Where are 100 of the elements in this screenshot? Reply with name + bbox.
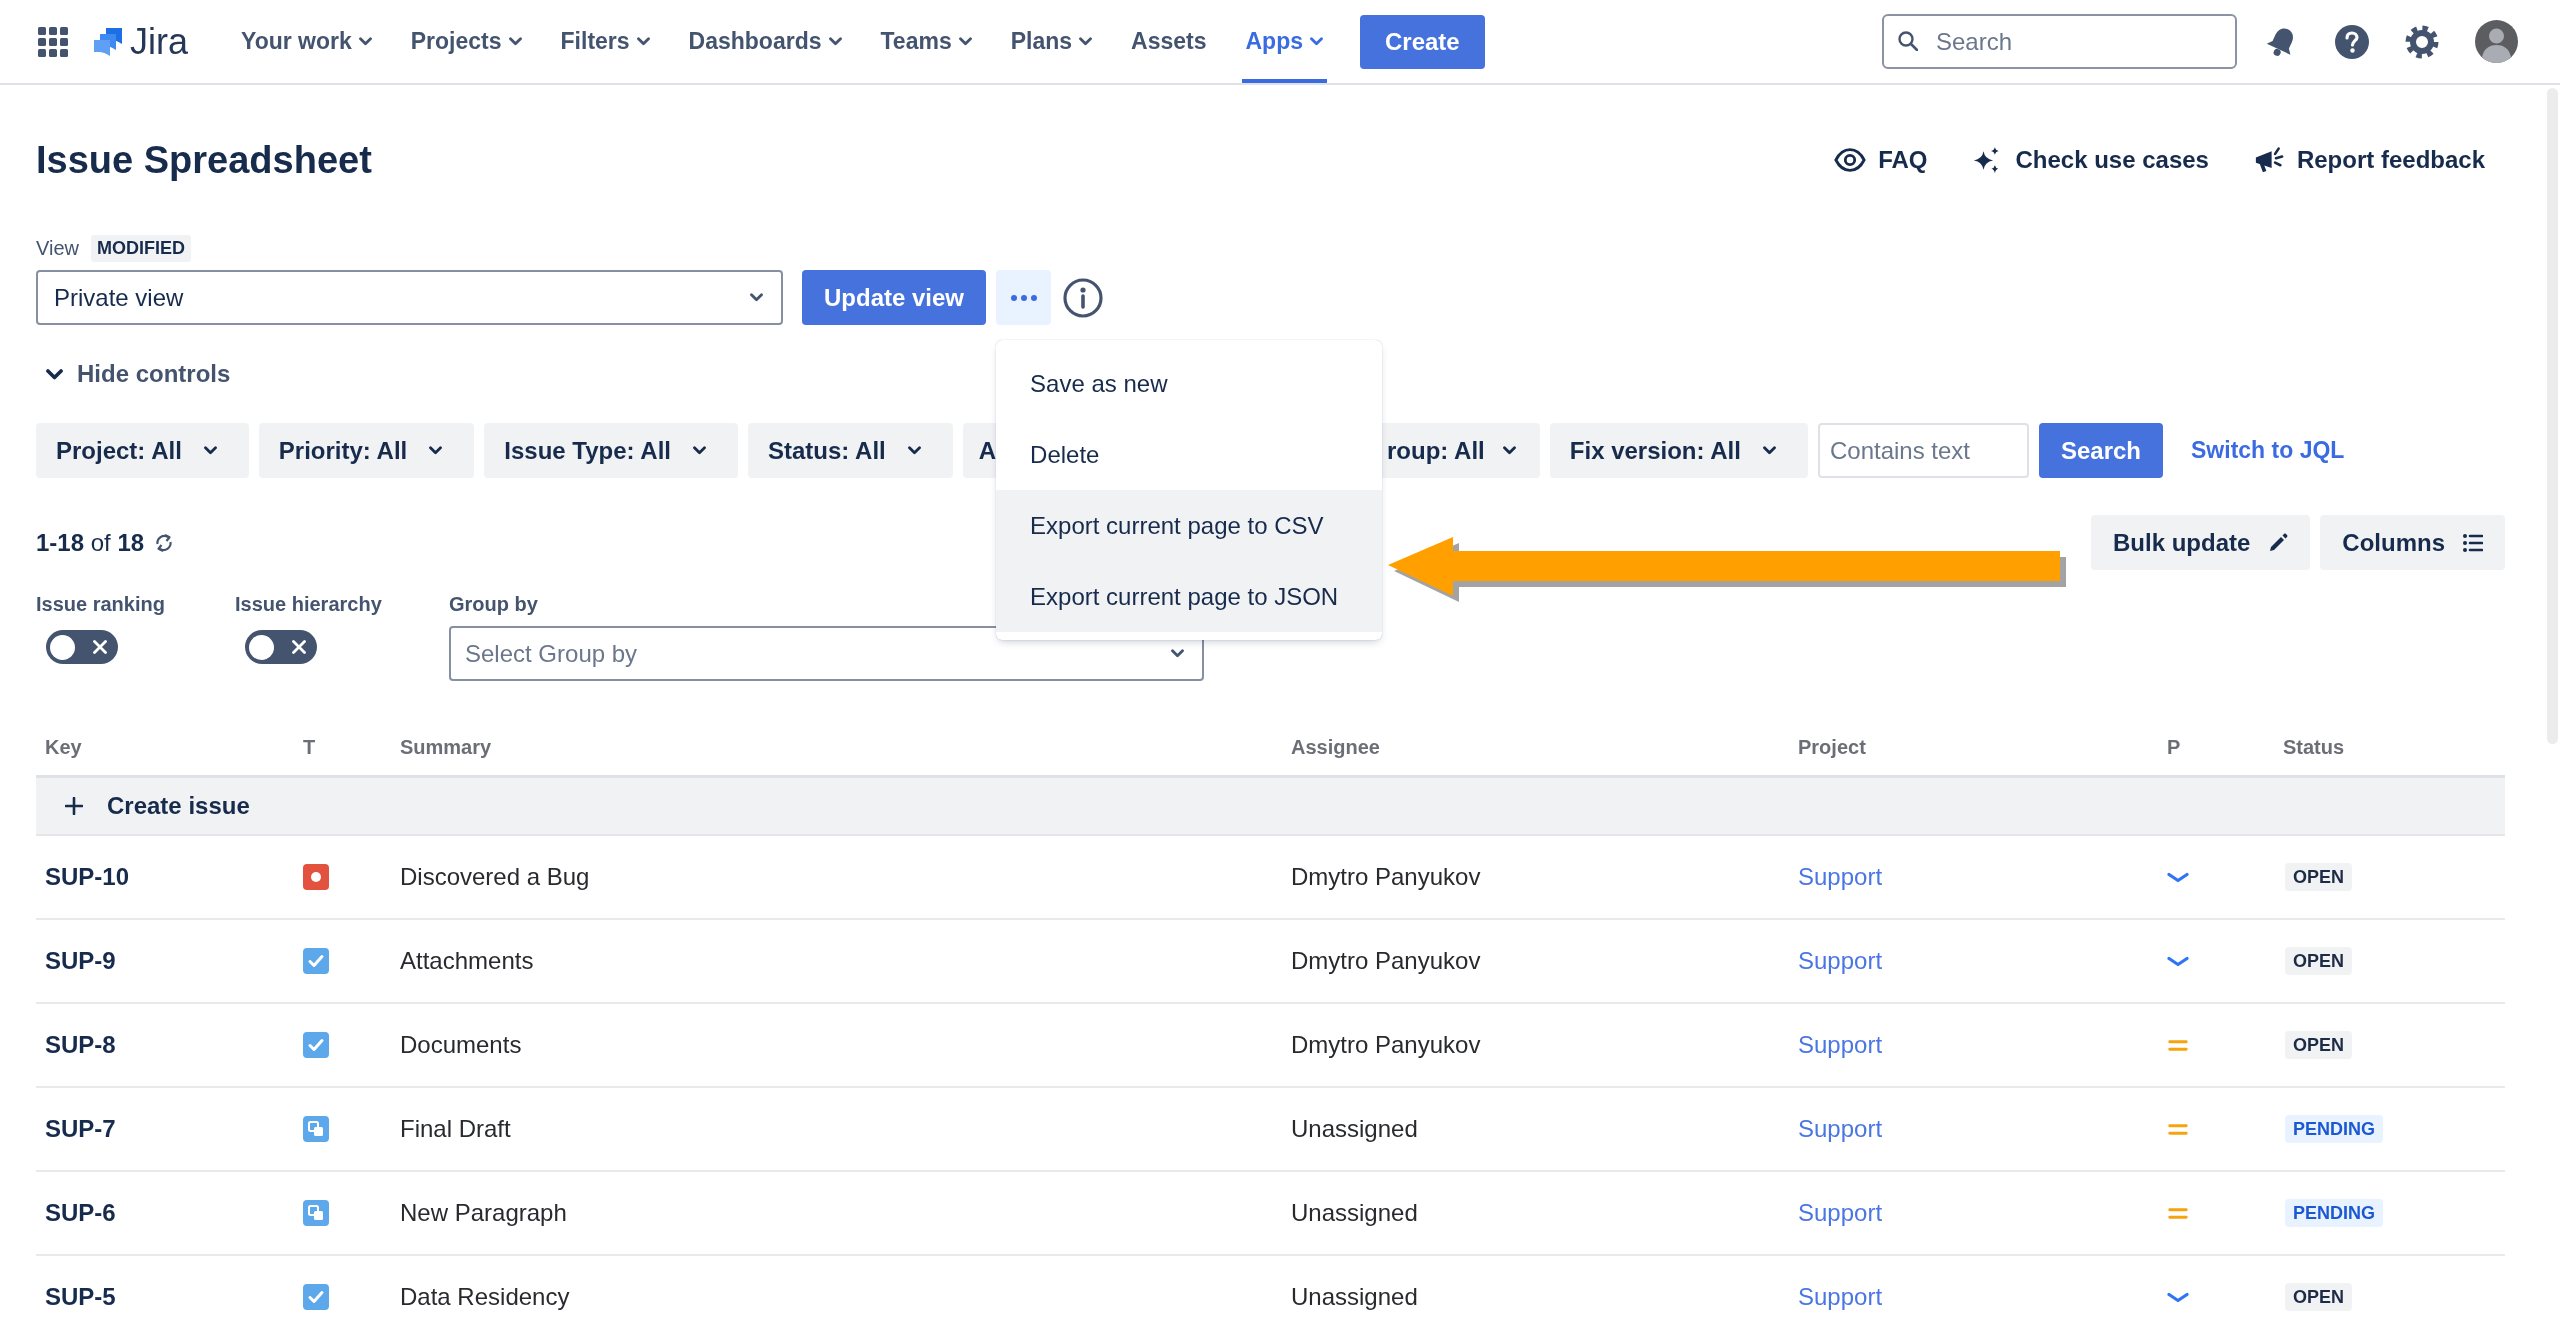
menu-item[interactable]: Delete: [996, 419, 1383, 490]
menu-item[interactable]: Save as new: [996, 348, 1383, 419]
create-button[interactable]: Create: [1360, 14, 1485, 69]
toggle-switch[interactable]: [46, 630, 118, 664]
chevron-down-icon: [2167, 955, 2189, 967]
column-header: Key: [44, 736, 83, 759]
assignee-name: Unassigned: [1290, 1283, 1419, 1311]
issue-key[interactable]: SUP-5: [36, 1283, 294, 1311]
toggle-label: Issue hierarchy: [235, 592, 382, 616]
app-logo-icon: [92, 25, 124, 58]
issue-summary[interactable]: Final Draft: [391, 1115, 1282, 1143]
more-dots-icon: [1010, 294, 1037, 301]
header-action-link[interactable]: Check use cases: [1971, 146, 2209, 174]
toggle-switch[interactable]: [245, 630, 317, 664]
hide-controls-button[interactable]: Hide controls: [46, 359, 231, 389]
nav-menu-item[interactable]: Assets: [1127, 0, 1211, 83]
header-action-link[interactable]: Report feedback: [2252, 146, 2485, 174]
chevron-down-icon: [1762, 446, 1776, 455]
menu-item[interactable]: Export current page to CSV: [996, 490, 1383, 561]
issue-summary[interactable]: Attachments: [391, 947, 1282, 975]
overlapping-squares-icon: [303, 1200, 329, 1226]
group-by-select[interactable]: Select Group by: [449, 626, 1204, 681]
chevron-down-icon: [46, 368, 63, 380]
app-grid-icon[interactable]: [38, 26, 68, 57]
project-link[interactable]: Support: [1798, 1199, 1883, 1226]
chevron-down-icon: [907, 446, 921, 455]
chevron-down-icon: [750, 293, 763, 302]
check-square-icon: [303, 1284, 329, 1310]
search-icon: [1898, 31, 1918, 51]
chevron-down-icon: [1502, 446, 1516, 455]
column-header: Summary: [399, 736, 493, 759]
bulk-update-button[interactable]: Bulk update: [2091, 515, 2311, 570]
update-view-button[interactable]: Update view: [802, 270, 987, 325]
issue-key[interactable]: SUP-9: [36, 947, 294, 975]
assignee-name: Dmytro Panyukov: [1290, 863, 1482, 891]
more-options-button[interactable]: [996, 270, 1052, 325]
status-tag: PENDING: [2285, 1199, 2383, 1227]
cross-icon: [292, 640, 306, 654]
pencil-icon: [2268, 532, 2289, 553]
project-link[interactable]: Support: [1798, 863, 1883, 890]
assignee-name: Unassigned: [1290, 1115, 1419, 1143]
nav-menu-item[interactable]: Filters: [556, 0, 654, 83]
search-field[interactable]: Search: [1882, 14, 2237, 69]
filter-dropdown[interactable]: Issue Type: All: [484, 423, 738, 478]
help-icon[interactable]: [2335, 24, 2369, 59]
assignee-name: Dmytro Panyukov: [1290, 1031, 1482, 1059]
project-link[interactable]: Support: [1798, 1115, 1883, 1142]
assignee-name: Dmytro Panyukov: [1290, 947, 1482, 975]
search-button[interactable]: Search: [2038, 423, 2163, 478]
home-logo-link[interactable]: Jira: [92, 20, 188, 63]
settings-icon[interactable]: [2405, 24, 2439, 59]
nav-menu-item[interactable]: Your work: [237, 0, 376, 83]
chevron-down-icon: [2167, 1291, 2189, 1303]
menu-item[interactable]: Export current page to JSON: [996, 561, 1383, 632]
chevron-down-icon: [2167, 871, 2189, 883]
status-tag: PENDING: [2285, 1115, 2383, 1143]
overlapping-squares-icon: [303, 1116, 329, 1142]
view-label: View: [36, 236, 79, 260]
nav-menu-item[interactable]: Projects: [406, 0, 526, 83]
nav-menu-item[interactable]: Teams: [876, 0, 976, 83]
project-link[interactable]: Support: [1798, 1031, 1883, 1058]
issue-count: 1-18 of 18: [36, 528, 145, 557]
issue-key[interactable]: SUP-6: [36, 1199, 294, 1227]
check-square-icon: [303, 948, 329, 974]
user-avatar-icon[interactable]: [2475, 20, 2518, 63]
columns-button[interactable]: Columns: [2320, 515, 2505, 570]
chevron-down-icon: [203, 446, 217, 455]
issue-key[interactable]: SUP-8: [36, 1031, 294, 1059]
issue-summary[interactable]: Documents: [391, 1031, 1282, 1059]
filter-dropdown[interactable]: Project: All: [36, 423, 249, 478]
issue-key[interactable]: SUP-7: [36, 1115, 294, 1143]
column-header: P: [2166, 736, 2182, 759]
issue-summary[interactable]: New Paragraph: [391, 1199, 1282, 1227]
nav-menu-item[interactable]: Dashboards: [684, 0, 846, 83]
text-filter-field[interactable]: Contains text: [1817, 423, 2029, 478]
view-select[interactable]: Private view: [36, 270, 783, 325]
filter-dropdown[interactable]: Priority: All: [258, 423, 475, 478]
assignee-name: Unassigned: [1290, 1199, 1419, 1227]
status-tag: OPEN: [2285, 1031, 2352, 1059]
status-tag: OPEN: [2285, 1283, 2352, 1311]
modified-tag: MODIFIED: [91, 234, 191, 262]
info-icon[interactable]: [1063, 277, 1104, 318]
refresh-icon[interactable]: [154, 532, 175, 553]
switch-to-jql-link[interactable]: Switch to JQL: [2191, 437, 2345, 464]
project-link[interactable]: Support: [1798, 947, 1883, 974]
column-header: Assignee: [1290, 736, 1381, 759]
filter-dropdown[interactable]: Fix version: All: [1549, 423, 1808, 478]
toggle-label: Issue ranking: [36, 592, 165, 616]
nav-menu-item[interactable]: Apps: [1241, 0, 1327, 83]
chevron-down-icon: [429, 446, 443, 455]
issue-summary[interactable]: Discovered a Bug: [391, 863, 1282, 891]
page-title: Issue Spreadsheet: [36, 138, 372, 182]
project-link[interactable]: Support: [1798, 1283, 1883, 1310]
filter-dropdown[interactable]: Status: All: [748, 423, 953, 478]
create-issue-button[interactable]: Create issue: [36, 778, 2505, 836]
nav-menu-item[interactable]: Plans: [1006, 0, 1097, 83]
issue-summary[interactable]: Data Residency: [391, 1283, 1282, 1311]
header-action-link[interactable]: FAQ: [1834, 146, 1928, 174]
status-tag: OPEN: [2285, 947, 2352, 975]
issue-key[interactable]: SUP-10: [36, 863, 294, 891]
